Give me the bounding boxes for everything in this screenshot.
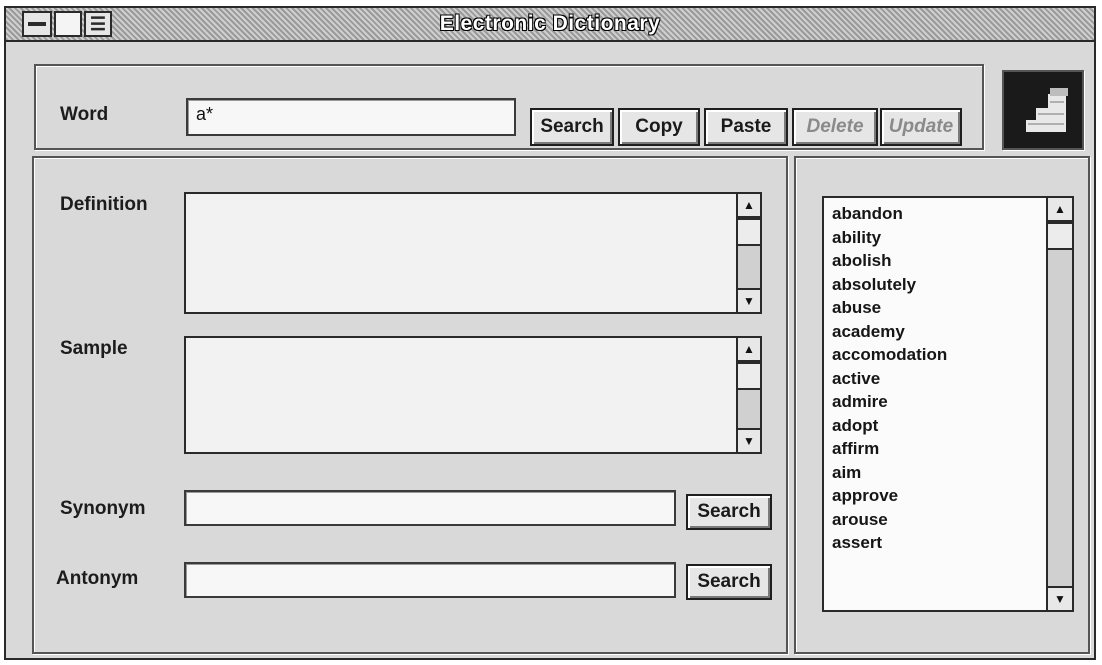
list-item[interactable]: admire bbox=[832, 390, 947, 414]
word-input[interactable]: a* bbox=[186, 98, 516, 136]
list-item[interactable]: aim bbox=[832, 461, 947, 485]
scroll-thumb[interactable] bbox=[738, 218, 760, 246]
synonym-label: Synonym bbox=[60, 498, 146, 519]
sample-label: Sample bbox=[60, 338, 128, 359]
scroll-thumb[interactable] bbox=[1048, 222, 1072, 250]
scroll-down-icon[interactable]: ▼ bbox=[738, 428, 760, 452]
list-item[interactable]: abuse bbox=[832, 296, 947, 320]
list-item[interactable]: absolutely bbox=[832, 273, 947, 297]
update-button[interactable]: Update bbox=[880, 108, 962, 146]
synonym-search-button[interactable]: Search bbox=[686, 494, 772, 530]
main-window: ☰ Electronic Dictionary Word a* Search C… bbox=[4, 6, 1096, 660]
sample-scrollbar[interactable]: ▲ ▼ bbox=[736, 338, 760, 452]
list-item[interactable]: adopt bbox=[832, 414, 947, 438]
list-item[interactable]: active bbox=[832, 367, 947, 391]
scroll-down-icon[interactable]: ▼ bbox=[1048, 586, 1072, 610]
word-listbox[interactable]: abandon ability abolish absolutely abuse acad… bbox=[822, 196, 1074, 612]
wordlist-scrollbar[interactable]: ▲ ▼ bbox=[1046, 198, 1072, 610]
app-logo-icon bbox=[1002, 70, 1084, 150]
window-title: Electronic Dictionary bbox=[439, 12, 661, 35]
antonym-input[interactable] bbox=[184, 562, 676, 598]
list-item[interactable]: arouse bbox=[832, 508, 947, 532]
list-item[interactable]: academy bbox=[832, 320, 947, 344]
copy-button[interactable]: Copy bbox=[618, 108, 700, 146]
word-list: abandon ability abolish absolutely abuse acad… bbox=[832, 202, 947, 555]
scroll-thumb[interactable] bbox=[738, 362, 760, 390]
sample-textarea[interactable]: ▲ ▼ bbox=[184, 336, 762, 454]
scroll-up-icon[interactable]: ▲ bbox=[738, 194, 760, 218]
list-item[interactable]: affirm bbox=[832, 437, 947, 461]
list-item[interactable]: approve bbox=[832, 484, 947, 508]
scroll-up-icon[interactable]: ▲ bbox=[738, 338, 760, 362]
antonym-label: Antonym bbox=[56, 568, 139, 589]
scroll-up-icon[interactable]: ▲ bbox=[1048, 198, 1072, 222]
definition-scrollbar[interactable]: ▲ ▼ bbox=[736, 194, 760, 312]
antonym-search-button[interactable]: Search bbox=[686, 564, 772, 600]
search-button[interactable]: Search bbox=[530, 108, 614, 146]
synonym-input[interactable] bbox=[184, 490, 676, 526]
definition-textarea[interactable]: ▲ ▼ bbox=[184, 192, 762, 314]
title-bar: ☰ Electronic Dictionary bbox=[6, 8, 1094, 42]
delete-button[interactable]: Delete bbox=[792, 108, 878, 146]
list-item[interactable]: assert bbox=[832, 531, 947, 555]
list-item[interactable]: accomodation bbox=[832, 343, 947, 367]
definition-label: Definition bbox=[60, 194, 148, 215]
word-label: Word bbox=[60, 104, 109, 125]
list-item[interactable]: ability bbox=[832, 226, 947, 250]
scroll-down-icon[interactable]: ▼ bbox=[738, 288, 760, 312]
paste-button[interactable]: Paste bbox=[704, 108, 788, 146]
list-item[interactable]: abolish bbox=[832, 249, 947, 273]
list-item[interactable]: abandon bbox=[832, 202, 947, 226]
